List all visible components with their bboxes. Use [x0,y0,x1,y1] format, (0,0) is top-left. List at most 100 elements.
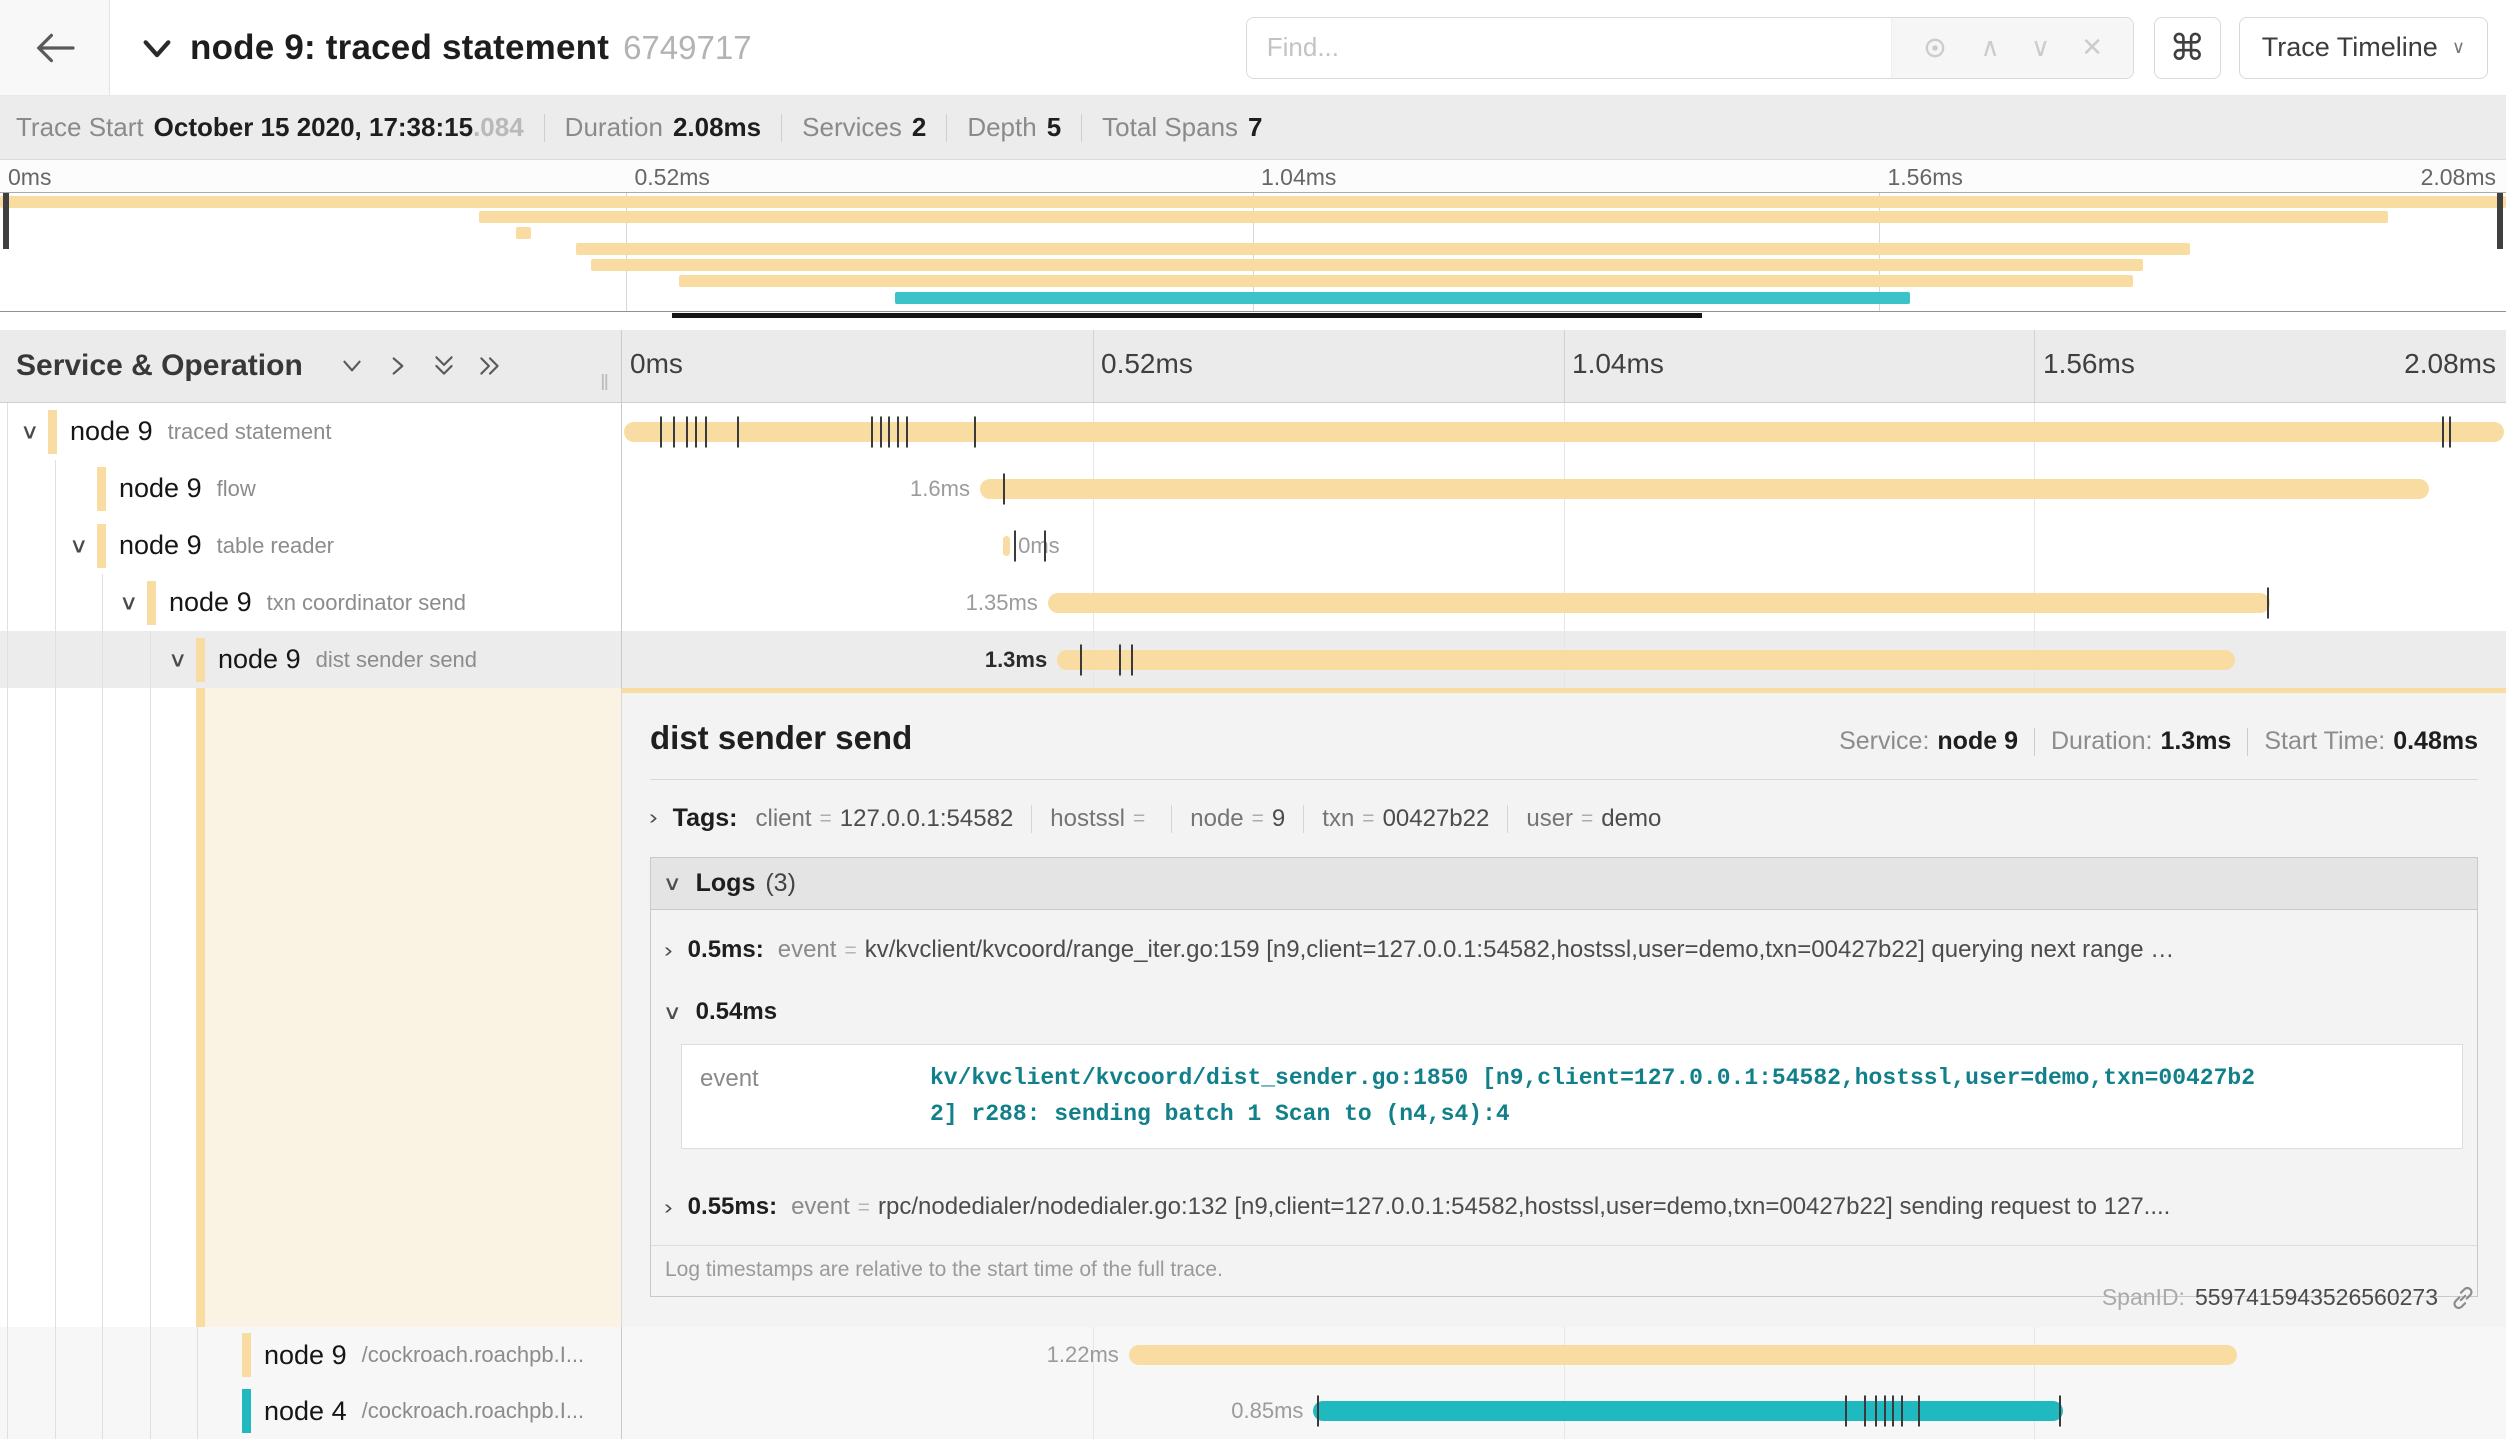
collapse-one-icon[interactable] [339,353,365,379]
view-selector-button[interactable]: Trace Timeline ∨ [2239,17,2488,79]
span-detail-row: dist sender send Service: node 9 Duratio… [0,688,2506,1327]
span-duration-bar[interactable] [980,479,2429,499]
span-timeline-cell[interactable]: 1.3ms [622,631,2506,688]
minimap-right-handle[interactable] [2497,193,2503,249]
log-marker-tick [1884,1396,1886,1427]
tag-value: 9 [1272,805,1285,833]
log-marker-tick [880,416,882,447]
tag-item[interactable]: txn=00427b22 [1304,805,1508,833]
span-name-cell[interactable]: ∨node 9dist sender send [0,631,622,688]
span-duration-bar[interactable] [1129,1345,2237,1365]
chevron-down-icon[interactable]: ∨ [69,533,88,558]
service-value: node 9 [1937,727,2018,756]
back-button[interactable] [0,0,110,95]
tag-item[interactable]: client=127.0.0.1:54582 [756,805,1033,833]
collapse-all-icon[interactable] [431,353,457,379]
minimap-canvas[interactable] [0,192,2506,312]
span-name-cell[interactable]: ∨node 9table reader [0,517,622,574]
service-color-bar [242,1333,251,1377]
services-value: 2 [912,112,926,143]
minimap-left-handle[interactable] [3,193,9,249]
duration-value: 2.08ms [673,112,761,143]
span-row[interactable]: node 9flow1.6ms [0,460,2506,517]
span-row[interactable]: ∨node 9table reader0ms [0,517,2506,574]
tag-item[interactable]: hostssl= [1032,805,1172,833]
service-name: node 9 [119,473,202,504]
page-header: node 9: traced statement 6749717 ∧ ∨ ✕ ⌘… [0,0,2506,96]
logs-header[interactable]: ∨ Logs (3) [651,858,2477,910]
log-marker-tick [1901,1396,1903,1427]
log-value: kv/kvclient/kvcoord/range_iter.go:159 [n… [865,936,2175,964]
chevron-down-icon[interactable] [140,31,174,65]
log-marker-tick [1864,1396,1866,1427]
span-timeline-cell[interactable] [622,403,2506,460]
back-arrow-icon [33,30,77,66]
tag-key: hostssl [1050,805,1125,833]
chevron-down-icon[interactable]: ∨ [119,590,138,615]
keyboard-shortcuts-button[interactable]: ⌘ [2154,17,2221,79]
span-timeline-cell[interactable]: 0ms [622,517,2506,574]
minimap-span-bar [576,243,2190,255]
log-marker-tick [888,416,890,447]
expand-all-icon[interactable] [477,353,503,379]
log-entry-header[interactable]: ∨ 0.54ms [651,988,2477,1032]
span-row[interactable]: node 4/cockroach.roachpb.I...0.85ms [0,1383,2506,1439]
span-rows-bottom: node 9/cockroach.roachpb.I...1.22msnode … [0,1327,2506,1439]
span-timeline-cell[interactable]: 1.22ms [622,1327,2506,1383]
tag-item[interactable]: user=demo [1508,805,1679,833]
span-name-cell[interactable]: node 9/cockroach.roachpb.I... [0,1327,622,1383]
span-name-cell[interactable]: node 9flow [0,460,622,517]
log-marker-tick [1875,1396,1877,1427]
span-row[interactable]: ∨node 9txn coordinator send1.35ms [0,574,2506,631]
span-duration-bar[interactable] [1057,650,2235,670]
axis-tick-label: 1.56ms [1888,164,1963,191]
chevron-right-icon: › [649,807,658,830]
span-row[interactable]: ∨node 9dist sender send1.3ms [0,631,2506,688]
start-time-value: 0.48ms [2393,727,2478,756]
span-timeline-cell[interactable]: 1.6ms [622,460,2506,517]
tag-item[interactable]: node=9 [1172,805,1304,833]
link-icon[interactable] [2450,1285,2476,1311]
log-entry[interactable]: › 0.55ms: event = rpc/nodedialer/nodedia… [651,1167,2477,1245]
depth-label: Depth [967,112,1036,143]
span-name-cell[interactable]: ∨node 9txn coordinator send [0,574,622,631]
locate-icon[interactable] [1921,34,1949,62]
start-time-label: Start Time: [2264,727,2385,756]
service-operation-header: Service & Operation ‖ [0,330,622,402]
span-timeline-cell[interactable]: 0.85ms [622,1383,2506,1439]
span-row[interactable]: node 9/cockroach.roachpb.I...1.22ms [0,1327,2506,1383]
view-selector-label: Trace Timeline [2262,32,2438,63]
find-prev-icon[interactable]: ∧ [1981,32,2000,63]
log-time: 0.55ms: [688,1193,777,1221]
tag-value: 00427b22 [1383,805,1490,833]
log-marker-tick [1892,1396,1894,1427]
trace-start-label: Trace Start [16,112,144,143]
span-duration-bar[interactable] [1313,1401,2063,1421]
minimap-span-bar [591,259,2142,271]
tags-label: Tags: [673,804,738,833]
tags-row[interactable]: › Tags: client=127.0.0.1:54582hostssl=no… [650,804,2478,833]
span-name-cell[interactable]: ∨node 9traced statement [0,403,622,460]
span-duration-bar[interactable] [1048,593,2271,613]
span-timeline-cell[interactable]: 1.35ms [622,574,2506,631]
span-detail-left-column [0,688,622,1327]
chevron-down-icon[interactable]: ∨ [20,419,39,444]
span-name-cell[interactable]: node 4/cockroach.roachpb.I... [0,1383,622,1439]
trace-title-group: node 9: traced statement 6749717 [140,28,1246,68]
clear-find-icon[interactable]: ✕ [2081,32,2103,63]
find-input[interactable] [1247,18,1891,78]
span-row[interactable]: ∨node 9traced statement [0,403,2506,460]
log-entry[interactable]: › 0.5ms: event = kv/kvclient/kvcoord/ran… [651,910,2477,988]
span-duration-bar[interactable] [1003,536,1011,556]
service-name: node 9 [218,644,301,675]
chevron-down-icon[interactable]: ∨ [168,647,187,672]
find-group: ∧ ∨ ✕ [1246,17,2134,79]
log-marker-tick [673,416,675,447]
find-next-icon[interactable]: ∨ [2031,32,2050,63]
expand-one-icon[interactable] [385,353,411,379]
logs-label: Logs [696,869,756,898]
column-resize-handle[interactable]: ‖ [600,370,609,396]
axis-tick-label: 0.52ms [1101,348,1193,380]
timeline-scrollbar[interactable] [672,313,1702,318]
find-suffix: ∧ ∨ ✕ [1891,18,2133,78]
